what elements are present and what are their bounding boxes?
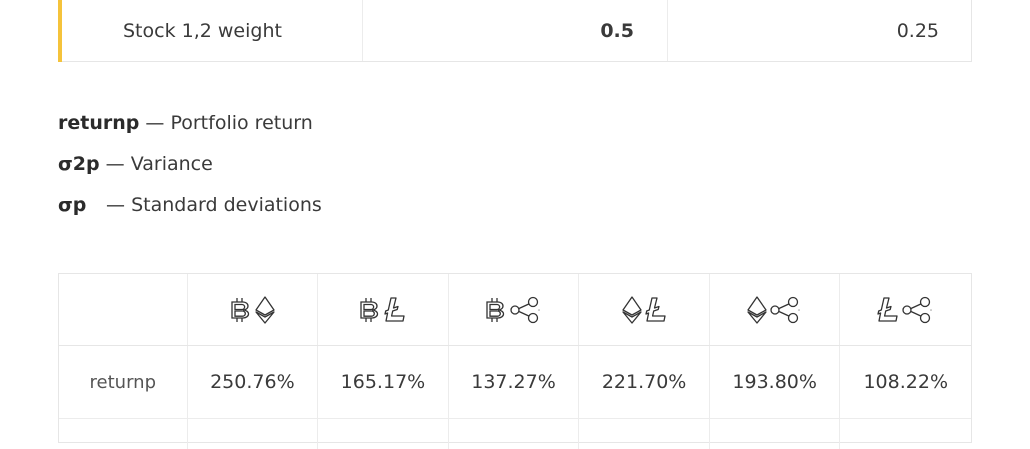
weights-value-b: 0.25	[668, 0, 971, 61]
table-cell-empty	[318, 419, 449, 449]
definition-desc: Variance	[131, 153, 213, 175]
ethereum-icon	[254, 295, 276, 325]
row-label-returnp: returnp	[59, 346, 188, 418]
definition-term: σ2p	[58, 149, 100, 179]
ripple-icon	[769, 295, 803, 325]
table-cell-returnp: 137.27%	[449, 346, 580, 418]
ripple-icon	[509, 295, 543, 325]
litecoin-icon	[644, 295, 668, 325]
definitions-list: returnp — Portfolio return σ2p — Varianc…	[58, 108, 322, 231]
table-row	[59, 419, 971, 449]
weights-row-label: Stock 1,2 weight	[59, 0, 363, 61]
pair-header-cell	[188, 274, 319, 345]
bitcoin-icon	[484, 295, 508, 325]
table-cell-returnp: 250.76%	[188, 346, 319, 418]
ethereum-icon	[621, 295, 643, 325]
definition-term: returnp	[58, 108, 139, 138]
definition-variance: σ2p — Variance	[58, 149, 322, 190]
weights-value-a: 0.5	[363, 0, 668, 61]
litecoin-icon	[876, 295, 900, 325]
definition-desc: Portfolio return	[170, 112, 312, 134]
definition-sep: —	[100, 194, 131, 216]
table-cell-returnp: 108.22%	[840, 346, 971, 418]
pair-header-cell	[579, 274, 710, 345]
table-cell-returnp: 165.17%	[318, 346, 449, 418]
row-accent-bar	[58, 0, 62, 62]
ethereum-icon	[746, 295, 768, 325]
definition-stddev: σp — Standard deviations	[58, 190, 322, 231]
pair-header-cell	[318, 274, 449, 345]
bitcoin-icon	[358, 295, 382, 325]
weights-table: Stock 1,2 weight 0.5 0.25	[58, 0, 972, 62]
definition-term: σp	[58, 190, 100, 220]
bitcoin-icon	[229, 295, 253, 325]
pair-header-cell	[449, 274, 580, 345]
table-cell-empty	[579, 419, 710, 449]
definition-sep: —	[100, 153, 131, 175]
table-cell-returnp: 221.70%	[579, 346, 710, 418]
table-row: returnp 250.76%165.17%137.27%221.70%193.…	[59, 346, 971, 419]
table-cell-returnp: 193.80%	[710, 346, 841, 418]
definition-sep: —	[139, 112, 170, 134]
table-cell-empty	[188, 419, 319, 449]
definition-returnp: returnp — Portfolio return	[58, 108, 322, 149]
pair-header-row	[59, 274, 971, 346]
row-label-empty	[59, 419, 188, 449]
corner-cell	[59, 274, 188, 345]
ripple-icon	[901, 295, 935, 325]
litecoin-icon	[383, 295, 407, 325]
definition-desc: Standard deviations	[131, 194, 322, 216]
table-cell-empty	[449, 419, 580, 449]
pair-table: returnp 250.76%165.17%137.27%221.70%193.…	[58, 273, 972, 443]
table-cell-empty	[840, 419, 971, 449]
table-cell-empty	[710, 419, 841, 449]
pair-header-cell	[710, 274, 841, 345]
pair-header-cell	[840, 274, 971, 345]
